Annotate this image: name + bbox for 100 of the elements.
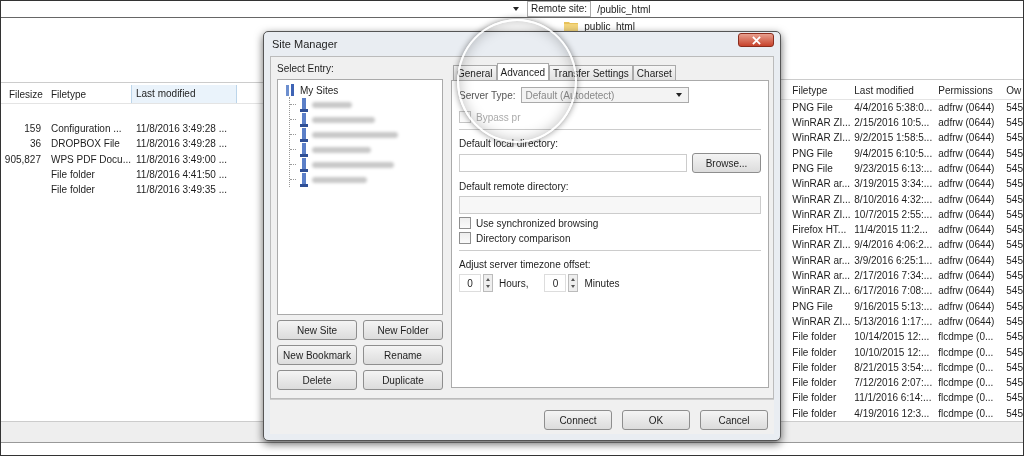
table-cell-text: flcdmpe (0...: [938, 345, 995, 360]
hours-label: Hours,: [499, 277, 529, 289]
table-cell-text: 36: [28, 137, 42, 152]
hours-field[interactable]: 0: [459, 274, 481, 292]
column-header[interactable]: Permissions: [938, 84, 1007, 96]
table-cell-text: 545: [1006, 314, 1023, 329]
table-cell-text: 545: [1006, 269, 1023, 284]
input-field[interactable]: [459, 196, 761, 214]
table-cell-text: adfrw (0644): [938, 100, 996, 115]
checkbox-label: Bypass pr: [476, 111, 521, 123]
table-cell-text: 545: [1006, 146, 1023, 161]
table-cell-text: adfrw (0644): [938, 207, 996, 222]
table-cell-text: 10/7/2015 2:55:...: [854, 207, 934, 222]
field-label: Default local directory:: [459, 138, 559, 149]
remote-path-field[interactable]: /public_html: [595, 3, 651, 15]
close-button[interactable]: [738, 33, 774, 47]
blurred-label[interactable]: [312, 161, 394, 168]
dialog-button[interactable]: Cancel: [700, 410, 768, 430]
table-cell-text: Firefox HT...: [792, 223, 848, 238]
column-header[interactable]: Ow: [1006, 84, 1023, 96]
table-cell-text: PNG File: [792, 161, 834, 176]
table-cell-text: adfrw (0644): [938, 223, 996, 238]
tree-item[interactable]: My Sites: [300, 84, 339, 96]
table-cell-text: 545: [1006, 116, 1023, 131]
table-cell-text: Configuration ...: [51, 122, 123, 136]
table-cell-text: 10/14/2015 12:...: [854, 330, 931, 345]
tab[interactable]: Transfer Settings: [549, 65, 633, 80]
dialog-button[interactable]: Delete: [277, 370, 357, 390]
tree-item[interactable]: public_html: [584, 20, 635, 32]
checkbox-label: Use synchronized browsing: [476, 217, 599, 229]
field-label: Default remote directory:: [459, 181, 570, 192]
table-cell-text: flcdmpe (0...: [938, 391, 995, 406]
table-cell-text: File folder: [792, 376, 838, 391]
dialog-button[interactable]: Duplicate: [363, 370, 443, 390]
dialog-button[interactable]: Rename: [363, 345, 443, 365]
column-header[interactable]: Last modified: [854, 84, 939, 96]
column-header[interactable]: Last modified: [131, 85, 237, 103]
spinner-arrows-icon[interactable]: [568, 274, 579, 292]
sites-icon: [284, 83, 296, 97]
column-header[interactable]: Filesize: [1, 88, 51, 100]
table-cell-text: File folder: [792, 345, 838, 360]
table-cell-text: 11/8/2016 3:49:28 ...: [135, 137, 228, 152]
dialog-button[interactable]: New Folder: [363, 320, 443, 340]
blurred-label[interactable]: [312, 146, 371, 153]
spinner-arrows-icon[interactable]: [483, 274, 493, 292]
table-cell-text: 545: [1006, 253, 1023, 268]
table-cell-text: File folder: [792, 360, 838, 375]
column-header[interactable]: Filetype: [51, 88, 131, 100]
browse-button[interactable]: Browse...: [692, 153, 761, 173]
table-cell-text: adfrw (0644): [938, 177, 996, 192]
table-cell-text: 11/1/2016 6:14:...: [854, 391, 933, 406]
column-header[interactable]: Filetype: [792, 84, 855, 96]
table-cell-text: WinRAR ZI...: [792, 314, 852, 329]
minutes-label: Minutes: [584, 277, 620, 289]
input-field[interactable]: [459, 154, 687, 172]
checkbox[interactable]: [459, 217, 471, 229]
minutes-field[interactable]: 0: [544, 274, 567, 292]
table-cell-text: WinRAR ar...: [792, 253, 852, 268]
server-type-label: Server Type:: [459, 89, 516, 101]
table-cell-text: 545: [1006, 131, 1023, 146]
table-cell-text: File folder: [792, 330, 838, 345]
table-cell-text: WinRAR ZI...: [792, 284, 852, 299]
table-cell-text: 545: [1006, 100, 1023, 115]
table-cell-text: 545: [1006, 177, 1023, 192]
table-cell-text: flcdmpe (0...: [938, 330, 995, 345]
table-cell-text: 11/8/2016 4:41:50 ...: [135, 167, 228, 182]
table-cell-text: DROPBOX File: [51, 137, 121, 152]
table-cell-text: 9/4/2016 4:06:2...: [854, 238, 934, 253]
table-cell-text: 2/15/2016 10:5...: [854, 116, 931, 131]
table-cell-text: 9/4/2015 6:10:5...: [854, 146, 934, 161]
table-cell-text: 3/9/2016 6:25:1...: [854, 253, 934, 268]
checkbox[interactable]: [459, 232, 471, 244]
table-cell-text: adfrw (0644): [938, 284, 996, 299]
table-cell-text: WinRAR ZI...: [792, 192, 852, 207]
dialog-button[interactable]: New Site: [277, 320, 357, 340]
table-cell-text: File folder: [51, 167, 96, 182]
table-cell-text: 545: [1006, 161, 1023, 176]
table-cell-text: File folder: [792, 406, 838, 421]
table-cell-text: 545: [1006, 406, 1023, 421]
dialog-button[interactable]: New Bookmark: [277, 345, 357, 365]
table-cell-text: adfrw (0644): [938, 146, 996, 161]
table-cell-text: flcdmpe (0...: [938, 406, 995, 421]
tab[interactable]: Charset: [632, 65, 676, 80]
dropdown-caret-icon[interactable]: [513, 7, 519, 11]
table-cell-text: 5/13/2016 1:17:...: [854, 314, 934, 329]
blurred-label[interactable]: [312, 131, 398, 138]
table-cell-text: 545: [1006, 238, 1023, 253]
dialog-button[interactable]: Connect: [544, 410, 612, 430]
table-cell-text: PNG File: [792, 100, 834, 115]
blurred-label[interactable]: [312, 176, 367, 183]
tab[interactable]: General: [453, 65, 497, 80]
tab[interactable]: Advanced: [496, 63, 550, 80]
select-entry-label: Select Entry:: [277, 63, 335, 74]
dialog-button[interactable]: OK: [622, 410, 690, 430]
table-cell-text: adfrw (0644): [938, 116, 996, 131]
table-cell-text: WPS PDF Docu...: [51, 152, 131, 167]
blurred-label[interactable]: [312, 101, 352, 108]
table-cell-text: flcdmpe (0...: [938, 360, 995, 375]
blurred-label[interactable]: [312, 116, 375, 123]
close-icon: [751, 35, 761, 45]
